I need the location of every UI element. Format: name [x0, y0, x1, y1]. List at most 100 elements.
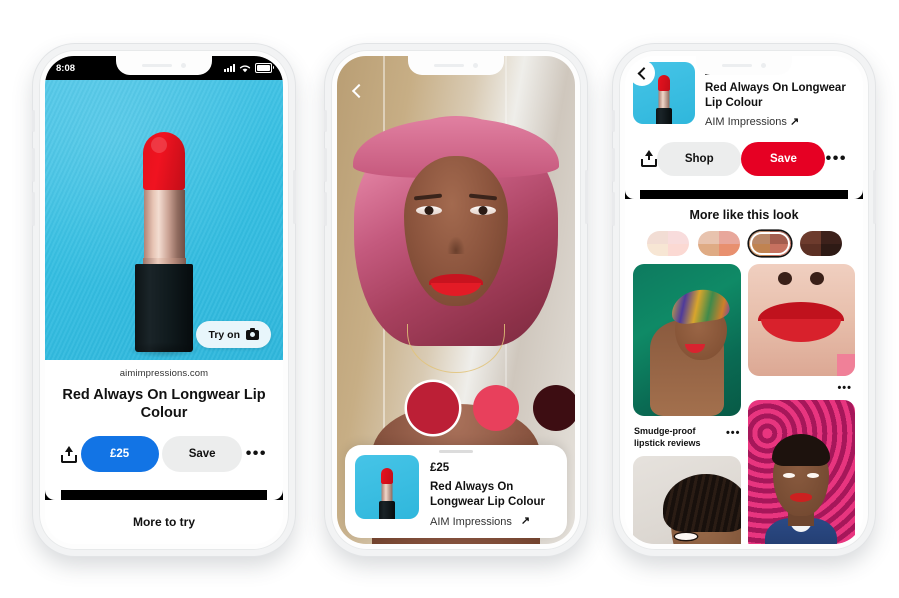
product-brand: AIM Impressions — [705, 115, 787, 128]
battery-full-icon — [255, 63, 274, 73]
shop-button[interactable]: Shop — [657, 141, 742, 176]
pin-woman-pink-background[interactable] — [747, 400, 855, 544]
save-button[interactable]: Save — [162, 436, 243, 473]
front-camera-icon — [761, 62, 766, 68]
phone-3-notch — [696, 56, 792, 75]
product-domain[interactable]: aimimpressions.com — [45, 368, 283, 379]
phone-1-silent-switch[interactable] — [32, 110, 35, 132]
shade-swatch-bright-pink-red[interactable] — [473, 385, 519, 431]
phone-1-screen: 8:08 Try on aimimpressions.com Red Alway… — [45, 56, 283, 544]
pin-caption-text: Smudge-proof lipstick reviews — [634, 426, 701, 448]
shade-swatch-dark-maroon[interactable] — [533, 385, 575, 431]
phone-2-silent-switch[interactable] — [324, 110, 327, 132]
product-hero-image[interactable]: Try on — [45, 80, 283, 360]
shade-selector[interactable] — [337, 382, 575, 434]
phone-1-volume-up[interactable] — [32, 148, 35, 182]
lipstick-base — [135, 264, 193, 352]
lips-with-applied-shade — [429, 274, 483, 296]
product-price: £25 — [430, 462, 450, 475]
pin-smiling-woman-headwrap[interactable] — [633, 264, 741, 416]
pin-overflow-icon[interactable]: ••• — [726, 426, 741, 441]
more-to-try-bar[interactable]: More to try — [45, 500, 283, 544]
phone-3-frame: £25 Red Always On Longwear Lip Colour AI… — [612, 44, 876, 556]
camera-icon — [246, 327, 259, 340]
cellular-bars-icon — [224, 64, 235, 72]
product-brand-row: AIM Impressions ↗ — [705, 115, 851, 128]
product-thumbnail[interactable] — [355, 455, 419, 520]
earpiece-speaker — [722, 63, 752, 67]
status-bar-time: 8:08 — [56, 62, 76, 74]
pins-column-left: Smudge-proof lipstick reviews ••• — [633, 264, 741, 544]
sheet-drag-handle[interactable] — [439, 450, 473, 454]
eye-right — [470, 206, 496, 215]
product-action-row: £25 Save ••• — [45, 436, 283, 473]
phone-3-volume-down[interactable] — [612, 192, 615, 226]
save-button[interactable]: Save — [741, 141, 826, 176]
wifi-icon — [239, 64, 251, 72]
back-button[interactable] — [349, 84, 365, 100]
try-on-button[interactable]: Try on — [196, 321, 271, 348]
sheet-divider — [625, 190, 863, 199]
phone-1-power-button[interactable] — [293, 170, 296, 224]
pin-action-row: Shop Save ••• — [625, 141, 863, 176]
skin-tone-4-deep[interactable] — [799, 231, 842, 256]
phone-2-power-button[interactable] — [585, 170, 588, 224]
phone-3-volume-up[interactable] — [612, 148, 615, 182]
earpiece-speaker — [142, 63, 172, 67]
product-title: Red Always On Longwear Lip Colour — [430, 481, 545, 509]
more-to-try-label: More to try — [132, 515, 195, 529]
phone-2-volume-down[interactable] — [324, 192, 327, 226]
external-link-arrow-icon[interactable]: ↗ — [790, 116, 799, 128]
try-on-label: Try on — [208, 328, 240, 341]
skin-tone-3-medium-tan[interactable] — [748, 231, 791, 256]
status-bar-icons — [224, 63, 274, 73]
share-icon[interactable] — [61, 445, 77, 463]
lipstick-barrel — [143, 190, 185, 258]
product-brand: AIM Impressions — [430, 515, 512, 528]
phone-3-silent-switch[interactable] — [612, 110, 615, 132]
pin-caption: Smudge-proof lipstick reviews ••• — [633, 422, 741, 450]
pin-overflow-icon[interactable]: ••• — [748, 382, 856, 394]
necklace — [407, 324, 505, 373]
external-link-arrow-icon[interactable]: ↗ — [521, 514, 530, 527]
front-camera-icon — [473, 62, 478, 68]
phone-1-volume-down[interactable] — [32, 192, 35, 226]
back-button[interactable] — [629, 60, 655, 86]
lipstick-shadow — [127, 342, 201, 358]
related-pins-grid: Smudge-proof lipstick reviews ••• ••• — [625, 264, 863, 544]
pin-header-panel: £25 Red Always On Longwear Lip Colour AI… — [625, 56, 863, 190]
shade-swatch-crimson[interactable] — [407, 382, 459, 434]
front-camera-icon — [181, 62, 186, 68]
product-title: Red Always On Longwear Lip Colour — [705, 82, 846, 109]
price-button[interactable]: £25 — [80, 436, 159, 473]
phone-3-power-button[interactable] — [873, 170, 876, 224]
eye-left — [416, 206, 442, 215]
skin-tone-1-lightest[interactable] — [646, 231, 689, 256]
skin-tone-2-light-medium[interactable] — [697, 231, 740, 256]
more-like-this-title: More like this look — [689, 208, 799, 222]
earpiece-speaker — [434, 63, 464, 67]
product-card[interactable]: £25 Red Always On Longwear Lip Colour AI… — [345, 445, 567, 538]
more-like-this-panel: More like this look Smudge-proof lipstic… — [625, 199, 863, 544]
pin-braided-hair-portrait[interactable] — [633, 455, 741, 544]
lipstick-illustration — [127, 132, 201, 358]
share-icon[interactable] — [641, 150, 657, 168]
lipstick-tip — [143, 132, 185, 190]
product-card-text: £25 Red Always On Longwear Lip Colour AI… — [430, 455, 557, 528]
page-title: Red Always On Longwear Lip Colour — [62, 387, 266, 422]
phone-2-screen: £25 Red Always On Longwear Lip Colour AI… — [337, 56, 575, 544]
overflow-menu-icon[interactable]: ••• — [246, 446, 267, 462]
phone-3-screen: £25 Red Always On Longwear Lip Colour AI… — [625, 56, 863, 544]
phone-1-frame: 8:08 Try on aimimpressions.com Red Alway… — [32, 44, 296, 556]
overflow-menu-icon[interactable]: ••• — [826, 150, 847, 167]
screenshot-canvas: 8:08 Try on aimimpressions.com Red Alway… — [0, 0, 899, 598]
product-brand-row: AIM Impressions ↗ — [430, 515, 557, 528]
phone-1-notch — [116, 56, 212, 75]
sheet-divider — [45, 490, 283, 500]
skin-tone-selector[interactable] — [625, 222, 863, 264]
phone-2-notch — [408, 56, 504, 75]
pin-red-lips-closeup[interactable] — [747, 264, 855, 376]
phone-2-volume-up[interactable] — [324, 148, 327, 182]
pins-column-right: ••• — [747, 264, 856, 544]
nose — [447, 236, 465, 254]
